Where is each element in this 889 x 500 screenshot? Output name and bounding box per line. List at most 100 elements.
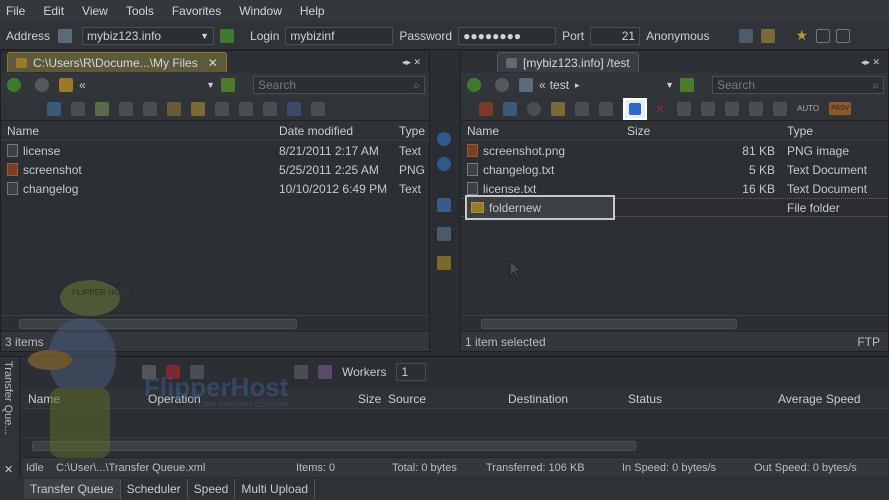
transfer-queue-side-label[interactable]: Transfer Que... [2, 361, 14, 435]
menu-help[interactable]: Help [300, 4, 325, 18]
close-icon[interactable]: ✕ [208, 56, 218, 70]
column-source[interactable]: Source [382, 392, 502, 406]
layout-vertical-icon[interactable] [836, 28, 851, 43]
list-item[interactable]: changelog 10/10/2012 6:49 PM Text [1, 179, 429, 198]
delete-icon[interactable] [143, 101, 157, 116]
column-name[interactable]: Name [22, 392, 142, 406]
copy-icon[interactable] [749, 101, 764, 116]
column-destination[interactable]: Destination [502, 392, 622, 406]
sync-icon[interactable] [437, 198, 451, 212]
list-item[interactable]: screenshot 5/25/2011 2:25 AM PNG [1, 160, 429, 179]
tab-scroll-arrows[interactable]: ◂▸ ✕ [402, 57, 421, 68]
back-icon[interactable] [467, 78, 481, 92]
view-mode-icon[interactable] [287, 101, 301, 116]
menu-file[interactable]: File [6, 4, 25, 18]
download-icon[interactable] [437, 157, 451, 171]
anonymous-toggle[interactable]: Anonymous [646, 29, 709, 43]
undo-icon[interactable] [677, 101, 692, 116]
refresh-icon[interactable] [503, 101, 517, 116]
column-average-speed[interactable]: Average Speed [772, 392, 882, 406]
tab-multi-upload[interactable]: Multi Upload [235, 479, 316, 499]
globe-icon[interactable] [58, 28, 73, 43]
column-type[interactable]: Type [393, 124, 429, 138]
move-icon[interactable] [701, 101, 716, 116]
auto-mode-button[interactable]: AUTO [797, 104, 819, 113]
list-item[interactable]: license 8/21/2011 2:17 AM Text [1, 141, 429, 160]
menu-tools[interactable]: Tools [126, 4, 154, 18]
stop-icon[interactable] [71, 101, 85, 116]
column-size[interactable]: Size [621, 124, 781, 138]
refresh-icon[interactable] [47, 101, 61, 116]
local-path[interactable]: « [79, 78, 86, 92]
compare-icon[interactable] [437, 227, 451, 241]
list-item[interactable]: screenshot.png 81 KB PNG image [461, 141, 888, 160]
highlighted-rename-button[interactable] [623, 97, 647, 120]
remote-horizontal-scrollbar[interactable] [461, 315, 888, 331]
queue-horizontal-scrollbar[interactable] [22, 437, 888, 453]
remove-icon[interactable] [190, 365, 204, 379]
tab-scroll-arrows[interactable]: ◂▸ ✕ [861, 57, 880, 68]
menu-favorites[interactable]: Favorites [172, 4, 221, 18]
back-icon[interactable] [7, 78, 21, 92]
host-field[interactable]: mybiz123.info ▼ [82, 26, 215, 45]
copy-icon[interactable] [239, 101, 253, 116]
connect-arrow-icon[interactable] [220, 28, 235, 43]
cut-icon[interactable] [215, 101, 229, 116]
path-dropdown-icon[interactable]: ▼ [665, 80, 674, 90]
properties-icon[interactable] [119, 101, 133, 116]
remote-path[interactable]: test [550, 78, 569, 92]
star-icon[interactable]: ★ [795, 27, 808, 44]
column-operation[interactable]: Operation [142, 392, 352, 406]
rename-edit-field[interactable]: foldernew [489, 201, 541, 215]
list-item-selected[interactable]: foldernew File folder [461, 195, 888, 220]
pasv-button[interactable]: PASV [829, 102, 852, 115]
cut-icon[interactable] [725, 101, 740, 116]
menu-window[interactable]: Window [239, 4, 282, 18]
tab-remote[interactable]: [mybiz123.info] /test [497, 52, 639, 72]
tab-transfer-queue[interactable]: Transfer Queue [24, 479, 121, 499]
column-status[interactable]: Status [622, 392, 772, 406]
column-size[interactable]: Size [352, 392, 382, 406]
login-field[interactable]: mybizinf [285, 26, 394, 45]
paste-icon[interactable] [773, 101, 788, 116]
remote-search-input[interactable]: Search ⌕ [712, 76, 884, 94]
chevron-down-icon[interactable]: ▼ [200, 31, 209, 41]
workers-icon[interactable] [318, 365, 332, 379]
column-date[interactable]: Date modified [273, 124, 393, 138]
list-item[interactable]: changelog.txt 5 KB Text Document [461, 160, 888, 179]
tab-speed[interactable]: Speed [188, 479, 236, 499]
local-horizontal-scrollbar[interactable] [1, 315, 429, 331]
upload-icon[interactable] [437, 132, 451, 146]
menu-edit[interactable]: Edit [43, 4, 64, 18]
scroll-thumb[interactable] [19, 319, 297, 329]
queue-options-icon[interactable] [294, 365, 308, 379]
stop-icon[interactable] [527, 101, 541, 116]
view-icon[interactable] [599, 101, 613, 116]
delete-icon[interactable]: ✕ [655, 102, 665, 116]
path-arrow-icon[interactable]: ▸ [575, 80, 580, 91]
pause-icon[interactable] [142, 365, 156, 379]
move-icon[interactable] [167, 101, 181, 116]
new-folder-icon[interactable] [95, 101, 109, 116]
site-manager-icon[interactable] [739, 28, 754, 43]
workers-spinner[interactable]: 1 [396, 363, 427, 381]
up-folder-icon[interactable] [680, 78, 694, 92]
column-name[interactable]: Name [1, 124, 273, 138]
disconnect-icon[interactable] [479, 101, 493, 116]
new-folder-icon[interactable] [551, 101, 565, 116]
forward-icon[interactable] [495, 78, 509, 92]
layout-horizontal-icon[interactable] [816, 28, 831, 43]
tab-scheduler[interactable]: Scheduler [121, 479, 188, 499]
port-field[interactable]: 21 [590, 26, 641, 45]
menu-view[interactable]: View [82, 4, 108, 18]
tab-local[interactable]: C:\Users\R\Docume...\My Files ✕ [7, 52, 227, 72]
local-search-input[interactable]: Search ⌕ [253, 76, 425, 94]
scroll-thumb[interactable] [32, 441, 636, 451]
column-type[interactable]: Type [781, 124, 881, 138]
open-folder-icon[interactable] [191, 101, 205, 116]
search-icon[interactable]: ⌕ [413, 78, 420, 93]
stop-queue-icon[interactable] [166, 365, 180, 379]
path-dropdown-icon[interactable]: ▼ [206, 80, 215, 90]
up-folder-icon[interactable] [221, 78, 235, 92]
scroll-thumb[interactable] [481, 319, 737, 329]
